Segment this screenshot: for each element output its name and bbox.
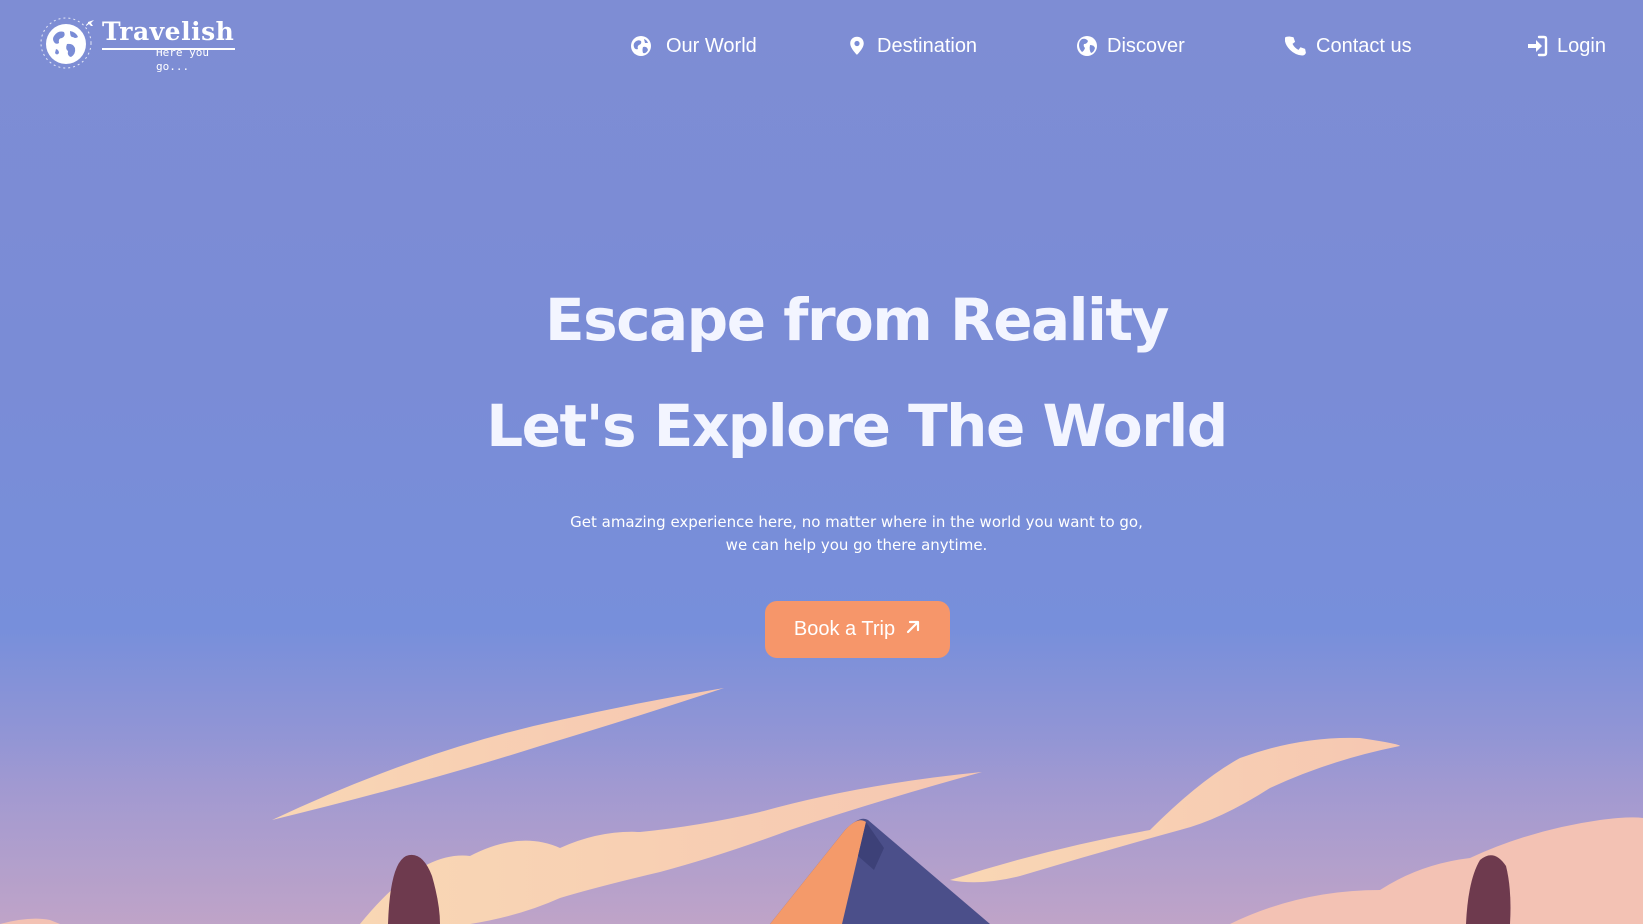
nav-destination[interactable]: Destination bbox=[846, 30, 977, 62]
globe-americas-icon bbox=[1076, 35, 1098, 57]
nav-contact-us-label: Contact us bbox=[1316, 34, 1412, 57]
navbar: Travelish Here you go... Our World Desti… bbox=[0, 0, 1643, 92]
nav-login-label: Login bbox=[1557, 34, 1606, 57]
nav-login[interactable]: Login bbox=[1526, 30, 1606, 62]
brand-logo[interactable]: Travelish Here you go... bbox=[34, 16, 244, 73]
brand-name: Travelish bbox=[102, 17, 235, 46]
hero-subtitle-line2: we can help you go there anytime. bbox=[725, 536, 988, 554]
book-trip-label: Book a Trip bbox=[793, 618, 896, 640]
phone-icon bbox=[1285, 35, 1307, 57]
hero-title-line1: Escape from Reality bbox=[545, 286, 1169, 354]
nav-our-world-label: Our World bbox=[666, 34, 757, 57]
map-pin-icon bbox=[846, 35, 868, 57]
hero-illustration bbox=[0, 680, 1643, 924]
nav-destination-label: Destination bbox=[877, 34, 978, 57]
globe-plane-icon bbox=[34, 16, 98, 70]
nav-discover[interactable]: Discover bbox=[1076, 30, 1185, 62]
landing-page: Travelish Here you go... Our World Desti… bbox=[0, 0, 1643, 924]
brand-tagline: Here you go... bbox=[156, 46, 209, 73]
nav-our-world[interactable]: Our World bbox=[630, 30, 757, 62]
hero-title-line2: Let's Explore The World bbox=[486, 392, 1228, 460]
nav-contact-us[interactable]: Contact us bbox=[1285, 30, 1412, 62]
book-trip-button[interactable]: Book a Trip bbox=[765, 601, 950, 658]
nav-discover-label: Discover bbox=[1107, 34, 1185, 57]
globe-icon bbox=[630, 35, 652, 57]
hero-subtitle-line1: Get amazing experience here, no matter w… bbox=[570, 513, 1143, 531]
sign-in-icon bbox=[1526, 35, 1548, 57]
arrow-up-right-icon bbox=[905, 618, 921, 641]
